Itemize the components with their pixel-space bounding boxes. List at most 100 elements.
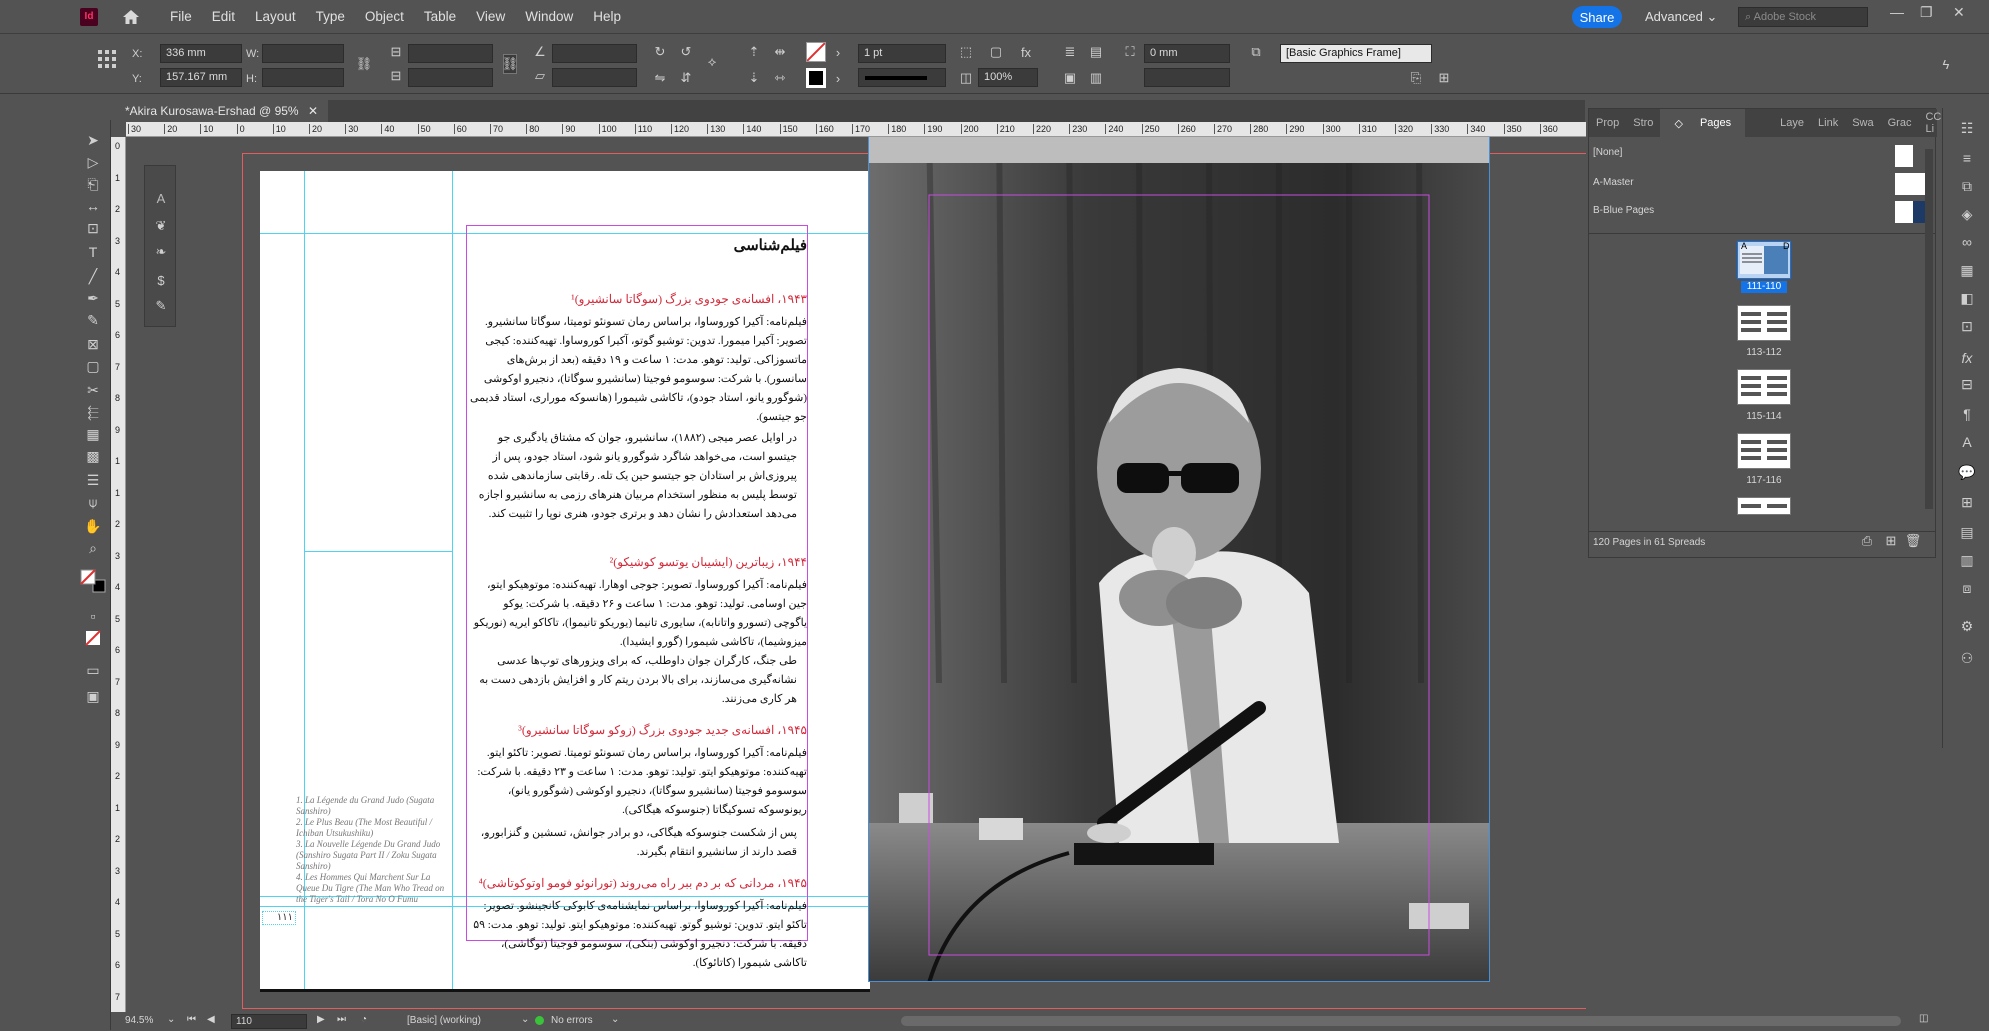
menu-edit[interactable]: Edit bbox=[202, 9, 245, 24]
home-icon[interactable] bbox=[120, 7, 142, 27]
align-icon[interactable]: ⚙ bbox=[1957, 616, 1977, 636]
rectangle-tool-icon[interactable]: ▢ bbox=[83, 356, 103, 376]
spread-thumbnail[interactable] bbox=[1737, 497, 1791, 515]
flip-horizontal-icon[interactable]: ⇋ bbox=[652, 70, 668, 86]
tab-swatches[interactable]: Swa bbox=[1845, 117, 1880, 129]
first-page-icon[interactable]: ⏮ bbox=[187, 1014, 196, 1025]
minimize-icon[interactable]: — bbox=[1890, 4, 1904, 20]
stroke-type-select[interactable] bbox=[858, 68, 946, 87]
share-button[interactable]: Share bbox=[1572, 6, 1622, 28]
select-content-arrows-icon[interactable]: ⇿ bbox=[772, 70, 788, 86]
chevron-down-icon[interactable]: ⌄ bbox=[521, 1014, 529, 1025]
text-wrap-panel-icon[interactable]: ⊟ bbox=[1957, 374, 1977, 394]
select-content-icon[interactable]: ⟡ bbox=[704, 54, 720, 70]
free-transform-tool-icon[interactable]: ⬱ bbox=[83, 402, 103, 422]
page-number-field[interactable]: 110 bbox=[231, 1014, 307, 1029]
y-position-field[interactable]: 157.167 mm bbox=[160, 68, 242, 87]
wrap-jump-icon[interactable]: ▥ bbox=[1088, 70, 1104, 86]
gradient-feather-tool-icon[interactable]: ▩ bbox=[83, 446, 103, 466]
menu-file[interactable]: File bbox=[160, 9, 202, 24]
preflight-errors[interactable]: No errors bbox=[551, 1015, 593, 1026]
restore-icon[interactable]: ❐ bbox=[1920, 4, 1933, 21]
object-style-select[interactable]: [Basic Graphics Frame] bbox=[1280, 44, 1432, 63]
text-wrap-icon[interactable]: ≣ bbox=[1062, 44, 1078, 60]
tab-properties[interactable]: Prop bbox=[1589, 117, 1626, 129]
fill-stroke-swatch[interactable] bbox=[79, 568, 107, 596]
stroke-weight-field[interactable]: 1 pt bbox=[858, 44, 946, 63]
text-frame[interactable]: فیلم‌شناسی ۱۹۴۳، افسانه‌ی جودوی بزرگ (سو… bbox=[466, 225, 808, 969]
rotate-ccw-icon[interactable]: ↺ bbox=[678, 44, 694, 60]
select-previous-icon[interactable]: ⇣ bbox=[746, 70, 762, 86]
wrap-around-icon[interactable]: ▤ bbox=[1088, 44, 1104, 60]
open-page-icon[interactable]: ◔ bbox=[361, 1014, 367, 1025]
table-icon[interactable]: ⊞ bbox=[1957, 492, 1977, 512]
tab-links[interactable]: Link bbox=[1811, 117, 1845, 129]
tab-layers[interactable]: Laye bbox=[1773, 117, 1811, 129]
document-page-left[interactable]: فیلم‌شناسی ۱۹۴۳، افسانه‌ی جودوی بزرگ (سو… bbox=[260, 171, 870, 992]
wrap-shape-icon[interactable]: ▣ bbox=[1062, 70, 1078, 86]
height-field[interactable] bbox=[262, 68, 344, 87]
master-a[interactable]: A-Master bbox=[1593, 173, 1931, 203]
stroke-swatch[interactable] bbox=[806, 68, 826, 88]
workspace-switcher[interactable]: Advanced ⌄ bbox=[1645, 9, 1717, 25]
footnotes-frame[interactable]: 1. La Légende du Grand Judo (Sugata Sans… bbox=[296, 795, 456, 904]
gap-tool-icon[interactable]: ↔ bbox=[83, 196, 103, 216]
note-tool-icon[interactable]: ☰ bbox=[83, 470, 103, 490]
selection-tool-icon[interactable]: ➤ bbox=[83, 130, 103, 150]
menu-layout[interactable]: Layout bbox=[245, 9, 306, 24]
shear-angle-field[interactable] bbox=[552, 68, 637, 87]
object-styles-icon[interactable]: ❧ bbox=[153, 244, 169, 260]
object-styles-panel-icon[interactable]: ⧈ bbox=[1957, 578, 1977, 598]
menu-window[interactable]: Window bbox=[515, 9, 583, 24]
hand-tool-icon[interactable]: ✋ bbox=[83, 516, 103, 536]
apply-none-icon[interactable] bbox=[83, 628, 103, 648]
stroke-panel-icon[interactable]: ≡ bbox=[1957, 148, 1977, 168]
flip-vertical-icon[interactable]: ⇵ bbox=[678, 70, 694, 86]
select-container-icon[interactable]: ⇡ bbox=[746, 44, 762, 60]
fit-frame-icon[interactable]: ▢ bbox=[988, 44, 1004, 60]
fill-menu-chevron-icon[interactable]: › bbox=[830, 44, 846, 60]
rectangle-frame-tool-icon[interactable]: ⊠ bbox=[83, 334, 103, 354]
gradient-tool-icon[interactable]: ▦ bbox=[83, 424, 103, 444]
table-styles-icon[interactable]: ▤ bbox=[1957, 522, 1977, 542]
preflight-profile[interactable]: [Basic] (working) bbox=[407, 1015, 481, 1026]
new-page-icon[interactable]: ⊞ bbox=[1883, 533, 1899, 549]
formatting-affects-container-icon[interactable]: ▫ bbox=[83, 606, 103, 626]
menu-table[interactable]: Table bbox=[414, 9, 466, 24]
constrain-proportions-icon[interactable]: ⛓ bbox=[356, 56, 373, 72]
scripts-icon[interactable]: ✎ bbox=[153, 298, 169, 314]
preview-mode-icon[interactable]: ▣ bbox=[83, 686, 103, 706]
horizontal-scrollbar[interactable] bbox=[901, 1016, 1901, 1026]
pen-tool-icon[interactable]: ✒ bbox=[83, 288, 103, 308]
reference-point-icon[interactable] bbox=[96, 48, 118, 70]
quick-apply-icon[interactable]: ⎘ bbox=[1408, 70, 1424, 86]
comments-icon[interactable]: 💬 bbox=[1957, 462, 1977, 482]
master-b[interactable]: B-Blue Pages bbox=[1593, 201, 1931, 231]
screen-mode-icon[interactable]: ▭ bbox=[83, 660, 103, 680]
zoom-tool-icon[interactable]: ⌕ bbox=[83, 538, 103, 558]
pages-scrollbar[interactable] bbox=[1925, 149, 1933, 509]
direct-selection-tool-icon[interactable]: ▷ bbox=[83, 152, 103, 172]
split-view-icon[interactable]: ◫ bbox=[1919, 1013, 1928, 1024]
character-style-icon[interactable]: A bbox=[153, 190, 169, 206]
last-page-icon[interactable]: ⏭ bbox=[337, 1014, 346, 1025]
properties-icon[interactable]: ☷ bbox=[1957, 118, 1977, 138]
corner-style-field[interactable] bbox=[1144, 68, 1230, 87]
previous-page-icon[interactable]: ◀ bbox=[207, 1014, 215, 1025]
chain-link-icon[interactable]: ⛓ bbox=[502, 54, 518, 74]
opacity-field[interactable]: 100% bbox=[978, 68, 1038, 87]
scale-y-field[interactable] bbox=[408, 68, 493, 87]
scale-x-field[interactable] bbox=[408, 44, 493, 63]
adobe-stock-search[interactable]: ⌕ Adobe Stock bbox=[1738, 7, 1868, 27]
next-page-icon[interactable]: ▶ bbox=[317, 1014, 325, 1025]
menu-type[interactable]: Type bbox=[306, 9, 355, 24]
tab-gradient[interactable]: Grac bbox=[1881, 117, 1919, 129]
page-number-frame[interactable]: ۱۱۱ bbox=[262, 911, 296, 925]
menu-help[interactable]: Help bbox=[583, 9, 631, 24]
auto-fit-icon[interactable]: ⛶ bbox=[1122, 44, 1138, 60]
frame-fitting-icon[interactable]: ⬚ bbox=[958, 44, 974, 60]
menu-view[interactable]: View bbox=[466, 9, 515, 24]
rotation-angle-field[interactable] bbox=[552, 44, 637, 63]
tab-stroke[interactable]: Stro bbox=[1626, 117, 1660, 129]
pencil-tool-icon[interactable]: ✎ bbox=[83, 310, 103, 330]
